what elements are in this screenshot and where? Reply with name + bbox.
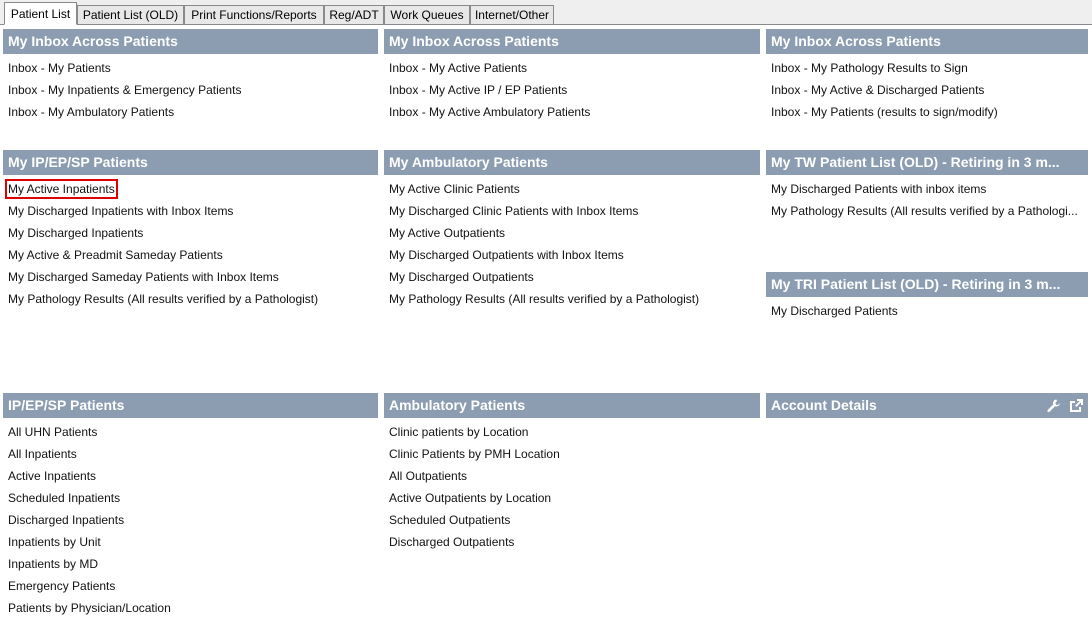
panel-title: My Inbox Across Patients: [3, 29, 378, 54]
link-tw-discharged-inbox[interactable]: My Discharged Patients with inbox items: [766, 178, 1088, 200]
panel-title: IP/EP/SP Patients: [3, 393, 378, 418]
link-inbox-my-patients[interactable]: Inbox - My Patients: [3, 57, 378, 79]
panel-account-details: Account Details: [766, 393, 1088, 418]
panel-title: My Inbox Across Patients: [766, 29, 1088, 54]
link-my-discharged-inpatients-inbox[interactable]: My Discharged Inpatients with Inbox Item…: [3, 200, 378, 222]
panel-title: Account Details: [771, 397, 877, 413]
link-inpatients-by-unit[interactable]: Inpatients by Unit: [3, 531, 378, 553]
panel-header-account-details: Account Details: [766, 393, 1088, 418]
tab-reg-adt[interactable]: Reg/ADT: [324, 5, 384, 24]
tab-patient-list-old[interactable]: Patient List (OLD): [77, 5, 184, 24]
panel-title: My IP/EP/SP Patients: [3, 150, 378, 175]
link-patients-by-physician-location[interactable]: Patients by Physician/Location: [3, 597, 378, 619]
link-scheduled-inpatients[interactable]: Scheduled Inpatients: [3, 487, 378, 509]
panel-title: Ambulatory Patients: [384, 393, 760, 418]
link-inbox-my-active-ip-ep-patients[interactable]: Inbox - My Active IP / EP Patients: [384, 79, 760, 101]
link-discharged-outpatients[interactable]: Discharged Outpatients: [384, 531, 760, 553]
panel-title: My TRI Patient List (OLD) - Retiring in …: [766, 272, 1088, 297]
link-label: My Active Inpatients: [5, 179, 118, 199]
panel-inbox-across-patients-2: My Inbox Across Patients Inbox - My Acti…: [384, 29, 760, 123]
link-my-active-outpatients[interactable]: My Active Outpatients: [384, 222, 760, 244]
link-my-active-inpatients[interactable]: My Active Inpatients: [3, 178, 378, 200]
tab-print-functions-reports[interactable]: Print Functions/Reports: [184, 5, 324, 24]
panel-my-tri-patient-list: My TRI Patient List (OLD) - Retiring in …: [766, 272, 1088, 322]
link-discharged-inpatients[interactable]: Discharged Inpatients: [3, 509, 378, 531]
link-my-discharged-outpatients-inbox[interactable]: My Discharged Outpatients with Inbox Ite…: [384, 244, 760, 266]
link-inbox-my-ambulatory-patients[interactable]: Inbox - My Ambulatory Patients: [3, 101, 378, 123]
panel-inbox-across-patients-1: My Inbox Across Patients Inbox - My Pati…: [3, 29, 378, 123]
tab-bar: Patient List Patient List (OLD) Print Fu…: [0, 0, 1092, 25]
panel-my-ip-ep-sp-patients: My IP/EP/SP Patients My Active Inpatient…: [3, 150, 378, 310]
link-my-active-clinic-patients[interactable]: My Active Clinic Patients: [384, 178, 760, 200]
wrench-icon[interactable]: [1046, 398, 1062, 414]
tab-work-queues[interactable]: Work Queues: [384, 5, 470, 24]
link-inpatients-by-md[interactable]: Inpatients by MD: [3, 553, 378, 575]
link-clinic-patients-by-pmh-location[interactable]: Clinic Patients by PMH Location: [384, 443, 760, 465]
panel-inbox-across-patients-3: My Inbox Across Patients Inbox - My Path…: [766, 29, 1088, 123]
link-inbox-my-inpatients-emergency[interactable]: Inbox - My Inpatients & Emergency Patien…: [3, 79, 378, 101]
link-tw-pathology-results[interactable]: My Pathology Results (All results verifi…: [766, 200, 1088, 222]
tab-patient-list[interactable]: Patient List: [4, 2, 77, 25]
link-clinic-patients-by-location[interactable]: Clinic patients by Location: [384, 421, 760, 443]
tab-internet-other[interactable]: Internet/Other: [470, 5, 554, 24]
link-inbox-results-to-sign-modify[interactable]: Inbox - My Patients (results to sign/mod…: [766, 101, 1088, 123]
link-inbox-my-active-patients[interactable]: Inbox - My Active Patients: [384, 57, 760, 79]
link-active-outpatients-by-location[interactable]: Active Outpatients by Location: [384, 487, 760, 509]
panel-ip-ep-sp-patients: IP/EP/SP Patients All UHN Patients All I…: [3, 393, 378, 619]
link-tri-discharged-patients[interactable]: My Discharged Patients: [766, 300, 1088, 322]
panel-my-ambulatory-patients: My Ambulatory Patients My Active Clinic …: [384, 150, 760, 310]
link-my-discharged-outpatients[interactable]: My Discharged Outpatients: [384, 266, 760, 288]
link-my-pathology-results-amb[interactable]: My Pathology Results (All results verifi…: [384, 288, 760, 310]
panel-title: My TW Patient List (OLD) - Retiring in 3…: [766, 150, 1088, 175]
link-inbox-active-discharged-patients[interactable]: Inbox - My Active & Discharged Patients: [766, 79, 1088, 101]
link-inbox-pathology-results-to-sign[interactable]: Inbox - My Pathology Results to Sign: [766, 57, 1088, 79]
link-active-inpatients[interactable]: Active Inpatients: [3, 465, 378, 487]
link-all-uhn-patients[interactable]: All UHN Patients: [3, 421, 378, 443]
link-my-discharged-clinic-inbox[interactable]: My Discharged Clinic Patients with Inbox…: [384, 200, 760, 222]
link-scheduled-outpatients[interactable]: Scheduled Outpatients: [384, 509, 760, 531]
link-emergency-patients[interactable]: Emergency Patients: [3, 575, 378, 597]
link-my-active-preadmit-sameday[interactable]: My Active & Preadmit Sameday Patients: [3, 244, 378, 266]
link-inbox-my-active-ambulatory-patients[interactable]: Inbox - My Active Ambulatory Patients: [384, 101, 760, 123]
link-all-outpatients[interactable]: All Outpatients: [384, 465, 760, 487]
link-my-discharged-inpatients[interactable]: My Discharged Inpatients: [3, 222, 378, 244]
panel-ambulatory-patients: Ambulatory Patients Clinic patients by L…: [384, 393, 760, 553]
panel-title: My Ambulatory Patients: [384, 150, 760, 175]
panel-my-tw-patient-list: My TW Patient List (OLD) - Retiring in 3…: [766, 150, 1088, 222]
panel-title: My Inbox Across Patients: [384, 29, 760, 54]
link-my-discharged-sameday-inbox[interactable]: My Discharged Sameday Patients with Inbo…: [3, 266, 378, 288]
popout-icon[interactable]: [1068, 398, 1084, 414]
link-all-inpatients[interactable]: All Inpatients: [3, 443, 378, 465]
link-my-pathology-results[interactable]: My Pathology Results (All results verifi…: [3, 288, 378, 310]
